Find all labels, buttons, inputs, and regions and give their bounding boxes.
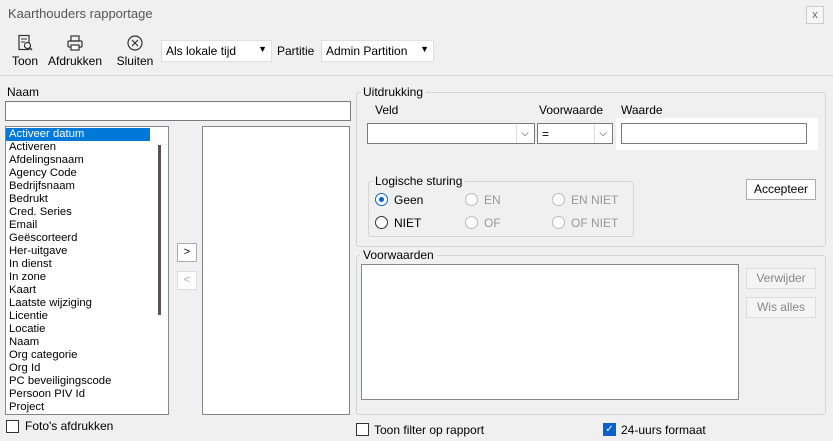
logic-and-not-label: EN NIET	[571, 193, 619, 207]
hour24-label: 24-uurs formaat	[621, 423, 706, 437]
list-item[interactable]: Email	[6, 219, 168, 232]
list-item[interactable]: Persoon PIV Id	[6, 388, 168, 401]
name-search-input[interactable]	[5, 101, 351, 121]
toolbar-divider	[0, 75, 833, 76]
logic-or-not-radio[interactable]	[552, 216, 565, 229]
list-item[interactable]: Bedrijfsnaam	[6, 180, 168, 193]
list-item[interactable]: Org Id	[6, 362, 168, 375]
value-input[interactable]	[621, 123, 807, 144]
close-button-label: Sluiten	[116, 54, 154, 68]
logic-none-label: Geen	[394, 193, 424, 207]
list-item[interactable]: Licentie	[6, 310, 168, 323]
selected-field-list[interactable]	[202, 126, 350, 415]
condition-label: Voorwaarde	[539, 103, 604, 117]
clear-conditions-button[interactable]: Wis alles	[746, 297, 816, 318]
show-button-label: Toon	[11, 54, 39, 68]
logic-or-radio[interactable]	[465, 216, 478, 229]
logic-and-label: EN	[484, 193, 501, 207]
value-label: Waarde	[621, 103, 663, 117]
window-title: Kaarthouders rapportage	[8, 6, 153, 21]
logic-none-radio[interactable]	[375, 193, 388, 206]
list-item[interactable]: Locatie	[6, 323, 168, 336]
list-scrollbar[interactable]	[158, 145, 161, 315]
logic-title: Logische sturing	[372, 174, 466, 188]
partition-label: Partitie	[277, 44, 315, 58]
partition-select[interactable]: Admin Partition ▼	[321, 40, 434, 62]
logic-or-label: OF	[484, 216, 501, 230]
print-button-label: Afdrukken	[47, 54, 103, 68]
report-view-icon	[0, 34, 50, 54]
list-item[interactable]: Activeer datum	[6, 128, 150, 141]
list-item[interactable]: Project	[6, 401, 168, 414]
chevron-down-icon: ⌵	[516, 125, 533, 142]
show-button[interactable]: Toon	[0, 32, 50, 72]
logic-and-not-radio[interactable]	[552, 193, 565, 206]
field-list[interactable]: Activeer datum Activeren Afdelingsnaam Agen…	[5, 126, 169, 415]
list-item[interactable]: Agency Code	[6, 167, 168, 180]
logic-not-label: NIET	[394, 216, 422, 230]
chevron-down-icon: ▼	[420, 44, 429, 54]
list-item[interactable]: In dienst	[6, 258, 168, 271]
chevron-down-icon: ⌵	[594, 125, 611, 142]
print-photos-checkbox[interactable]	[6, 420, 19, 433]
field-label: Veld	[375, 103, 399, 117]
window-close-button[interactable]: x	[806, 6, 824, 24]
list-item[interactable]: Cred. Series	[6, 206, 168, 219]
conditions-title: Voorwaarden	[360, 248, 437, 262]
time-mode-value: Als lokale tijd	[166, 44, 237, 58]
list-item[interactable]: Bedrukt	[6, 193, 168, 206]
list-item[interactable]: Org categorie	[6, 349, 168, 362]
chevron-down-icon: ▼	[258, 44, 267, 54]
list-item[interactable]: In zone	[6, 271, 168, 284]
checkmark-icon: ✓	[605, 424, 614, 435]
time-mode-select[interactable]: Als lokale tijd ▼	[161, 40, 272, 62]
field-select[interactable]: ⌵	[367, 123, 535, 144]
list-item[interactable]: Kaart	[6, 284, 168, 297]
list-item[interactable]: Afdelingsnaam	[6, 154, 168, 167]
printer-icon	[45, 34, 105, 54]
list-item[interactable]: PC beveiligingscode	[6, 375, 168, 388]
name-label: Naam	[7, 85, 40, 99]
logic-or-not-label: OF NIET	[571, 216, 619, 230]
accept-button[interactable]: Accepteer	[746, 179, 816, 200]
close-circle-icon	[110, 34, 160, 54]
logic-and-radio[interactable]	[465, 193, 478, 206]
list-item[interactable]: Activeren	[6, 141, 168, 154]
conditions-list[interactable]	[361, 264, 739, 400]
list-item[interactable]: Geëscorteerd	[6, 232, 168, 245]
print-button[interactable]: Afdrukken	[45, 32, 105, 72]
list-item[interactable]: Naam	[6, 336, 168, 349]
add-field-button[interactable]: >	[177, 243, 197, 262]
hour24-checkbox[interactable]: ✓	[603, 423, 616, 436]
delete-condition-button[interactable]: Verwijder	[746, 268, 816, 289]
show-filter-checkbox[interactable]	[356, 423, 369, 436]
show-filter-label: Toon filter op rapport	[374, 423, 485, 437]
print-photos-label: Foto's afdrukken	[25, 419, 114, 433]
list-item[interactable]: Laatste wijziging	[6, 297, 168, 310]
list-item[interactable]: Her-uitgave	[6, 245, 168, 258]
logic-not-radio[interactable]	[375, 216, 388, 229]
close-button[interactable]: Sluiten	[110, 32, 160, 72]
remove-field-button[interactable]: <	[177, 271, 197, 290]
expression-title: Uitdrukking	[360, 85, 427, 99]
partition-value: Admin Partition	[326, 44, 408, 58]
condition-select[interactable]: = ⌵	[537, 123, 613, 144]
